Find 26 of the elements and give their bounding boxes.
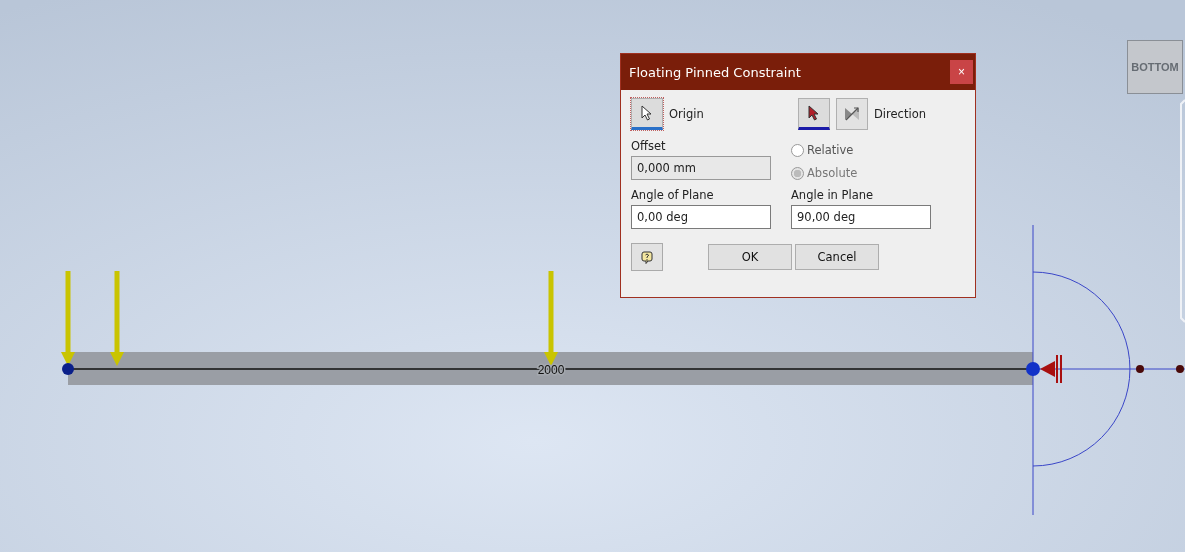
offset-label: Offset [631,139,667,153]
dialog-title: Floating Pinned Constraint [629,64,801,80]
dialog-button[interactable]: Cancel [795,244,879,270]
cursor-icon [641,105,653,121]
help-icon [641,250,653,264]
help-button[interactable] [631,243,663,271]
flip-direction-button[interactable] [836,98,868,130]
angle-of-plane-field[interactable]: 0,00 deg [631,205,771,229]
pin-point [1026,362,1040,376]
angle-in-plane-label: Angle in Plane [791,188,875,202]
angle-of-plane-label: Angle of Plane [631,188,715,202]
cube-face-label: BOTTOM [1131,61,1179,73]
direction-label: Direction [874,107,926,121]
angle-in-plane-field[interactable]: 90,00 deg [791,205,931,229]
close-button[interactable]: × [950,60,973,84]
origin-label: Origin [669,107,704,121]
origin-select-button[interactable] [631,98,663,130]
flip-icon [843,105,861,123]
end-point [1136,365,1144,373]
node-point [62,363,74,375]
end-point [1176,365,1184,373]
pin-constraint-icon [1040,355,1062,383]
radio-option[interactable]: Relative [791,143,933,157]
dialog-button[interactable]: OK [708,244,792,270]
cursor-icon [808,105,820,121]
direction-select-button[interactable] [798,98,830,130]
